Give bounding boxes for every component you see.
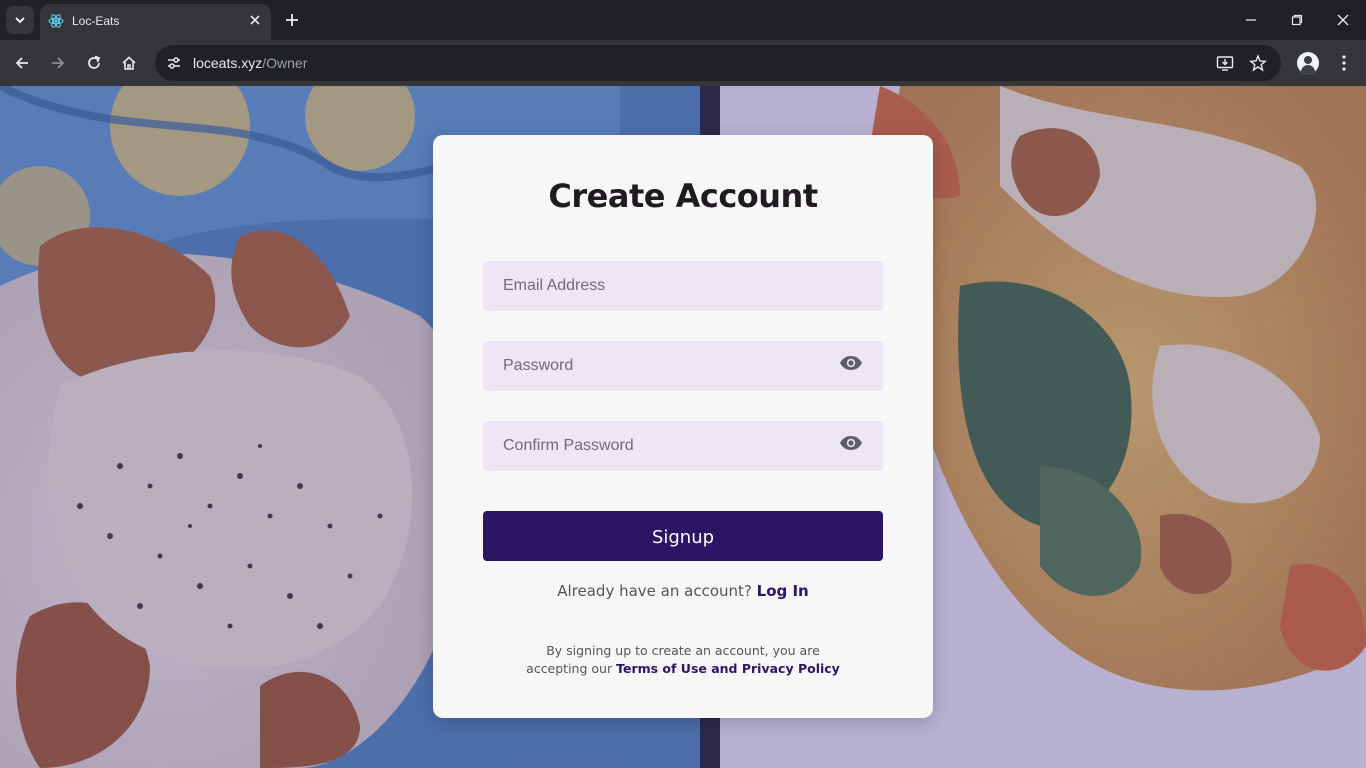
terms-link[interactable]: Terms of Use and Privacy Policy bbox=[616, 661, 840, 676]
login-prompt: Already have an account? Log In bbox=[433, 582, 933, 600]
forward-button[interactable] bbox=[43, 48, 73, 78]
email-field bbox=[483, 261, 883, 311]
terms-notice: By signing up to create an account, you … bbox=[433, 642, 933, 678]
eye-icon[interactable] bbox=[839, 435, 863, 451]
page-viewport: Create Account Signup Already have an ac… bbox=[0, 86, 1366, 768]
minimize-button[interactable] bbox=[1228, 0, 1274, 40]
password-field bbox=[483, 341, 883, 391]
star-icon bbox=[1249, 54, 1267, 72]
reload-icon bbox=[88, 55, 101, 69]
tab-search-button[interactable] bbox=[6, 6, 34, 34]
home-icon bbox=[122, 56, 136, 70]
arrow-right-icon bbox=[52, 57, 65, 69]
signup-button[interactable]: Signup bbox=[483, 511, 883, 561]
terms-line-2: accepting our bbox=[526, 661, 613, 676]
url-host: loceats.xyz bbox=[193, 55, 263, 71]
tune-icon bbox=[168, 57, 180, 69]
arrow-left-icon bbox=[15, 57, 28, 69]
bookmark-button[interactable] bbox=[1247, 52, 1269, 74]
login-link[interactable]: Log In bbox=[757, 582, 809, 600]
browser-menu-button[interactable] bbox=[1332, 48, 1356, 78]
signup-card: Create Account Signup Already have an ac… bbox=[433, 135, 933, 718]
close-icon bbox=[1337, 14, 1349, 26]
restore-icon bbox=[1291, 14, 1303, 26]
confirm-password-input[interactable] bbox=[483, 421, 883, 471]
tab-close-button[interactable] bbox=[247, 12, 263, 28]
login-prompt-text: Already have an account? bbox=[557, 582, 752, 600]
url-path: /Owner bbox=[262, 55, 308, 71]
tab-strip: Loc-Eats bbox=[0, 0, 1366, 40]
tab-title: Loc-Eats bbox=[72, 14, 120, 28]
minimize-icon bbox=[1246, 19, 1256, 21]
install-app-button[interactable] bbox=[1214, 52, 1236, 74]
plus-icon bbox=[286, 14, 298, 26]
terms-line-1: By signing up to create an account, you … bbox=[546, 643, 820, 658]
tab-loc-eats[interactable]: Loc-Eats bbox=[40, 4, 271, 40]
password-input[interactable] bbox=[483, 341, 883, 391]
url-text[interactable]: loceats.xyz/Owner bbox=[193, 55, 307, 71]
new-tab-button[interactable] bbox=[278, 6, 306, 34]
back-button[interactable] bbox=[7, 48, 37, 78]
more-vert-icon bbox=[1342, 55, 1346, 71]
close-icon bbox=[250, 15, 260, 25]
react-icon bbox=[48, 14, 64, 28]
address-bar[interactable]: loceats.xyz/Owner bbox=[155, 45, 1281, 81]
site-info-button[interactable] bbox=[163, 52, 185, 74]
browser-toolbar: loceats.xyz/Owner bbox=[0, 40, 1366, 86]
close-window-button[interactable] bbox=[1320, 0, 1366, 40]
page-title: Create Account bbox=[548, 177, 818, 215]
email-input[interactable] bbox=[483, 261, 883, 311]
avatar-body bbox=[1301, 65, 1315, 74]
profile-avatar[interactable] bbox=[1297, 52, 1319, 74]
avatar-head bbox=[1304, 56, 1312, 64]
install-icon bbox=[1216, 56, 1234, 71]
confirm-password-field bbox=[483, 421, 883, 471]
chevron-down-icon bbox=[15, 17, 25, 24]
reload-button[interactable] bbox=[79, 48, 109, 78]
restore-button[interactable] bbox=[1274, 0, 1320, 40]
home-button[interactable] bbox=[114, 48, 144, 78]
eye-icon[interactable] bbox=[839, 355, 863, 371]
